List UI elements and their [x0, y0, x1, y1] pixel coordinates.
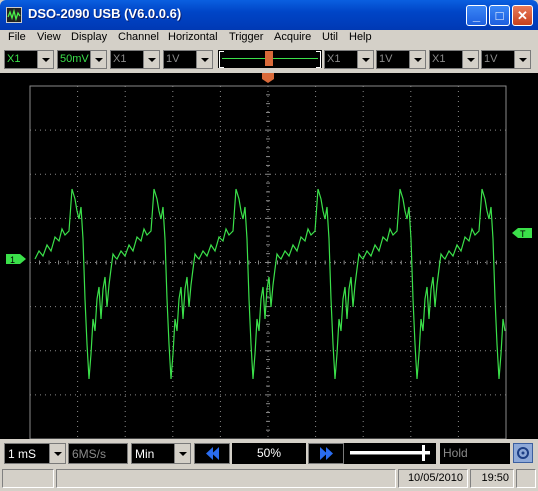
slider-thumb[interactable] — [422, 445, 425, 461]
menu-bar: File View Display Channel Horizontal Tri… — [0, 30, 538, 47]
chevron-down-icon[interactable] — [196, 51, 212, 68]
ch1-volts-value: 50mV — [60, 53, 89, 65]
ch1-probe-value: X1 — [7, 53, 21, 65]
chevron-down-icon[interactable] — [462, 51, 478, 68]
status-panel-2 — [56, 469, 396, 488]
ch2-probe-value: X1 — [113, 53, 127, 65]
status-date: 10/05/2010 — [407, 472, 463, 484]
position-slider[interactable] — [344, 443, 436, 464]
chevron-down-icon[interactable] — [90, 51, 106, 68]
menu-channel[interactable]: Channel — [118, 31, 159, 43]
sample-rate-value: 6MS/s — [72, 447, 107, 461]
menu-util[interactable]: Util — [322, 31, 338, 43]
scroll-left-button[interactable] — [194, 443, 230, 464]
application-window: DSO-2090 USB (V6.0.0.6) _ □ ✕ File View … — [0, 0, 538, 491]
chevron-down-icon[interactable] — [49, 444, 65, 463]
ch1-probe-dropdown[interactable]: X1 — [4, 50, 54, 69]
double-right-arrow-icon — [320, 447, 333, 460]
chevron-down-icon[interactable] — [174, 444, 190, 463]
status-bar: 10/05/2010 19:50 — [0, 468, 538, 491]
title-bar[interactable]: DSO-2090 USB (V6.0.0.6) _ □ ✕ — [0, 0, 538, 30]
ch1-level-marker[interactable]: 1 — [6, 254, 26, 265]
ch2-probe-dropdown[interactable]: X1 — [110, 50, 160, 69]
acquisition-mode-dropdown[interactable]: Min — [131, 443, 191, 464]
hold-button[interactable]: Hold — [440, 443, 510, 464]
chevron-down-icon[interactable] — [37, 51, 53, 68]
right-bracket — [316, 51, 321, 68]
trigger-position-marker[interactable] — [265, 51, 273, 66]
status-panel-1 — [2, 469, 54, 488]
horizontal-position-value: 50% — [232, 443, 306, 464]
double-left-arrow-icon — [206, 447, 219, 460]
timebase-value: 1 mS — [8, 447, 37, 461]
date-panel: 10/05/2010 — [398, 469, 468, 488]
scroll-right-button[interactable] — [308, 443, 344, 464]
ext1-volts-dropdown[interactable]: 1V — [376, 50, 426, 69]
oscilloscope-icon[interactable] — [6, 7, 22, 23]
menu-horizontal[interactable]: Horizontal — [168, 31, 218, 43]
trigger-level-label: T — [520, 229, 526, 239]
ext1-probe-dropdown[interactable]: X1 — [324, 50, 374, 69]
chevron-down-icon[interactable] — [357, 51, 373, 68]
menu-view[interactable]: View — [37, 31, 61, 43]
ext2-volts-value: 1V — [484, 53, 498, 65]
settings-icon[interactable] — [513, 443, 533, 463]
menu-trigger[interactable]: Trigger — [229, 31, 263, 43]
trigger-horizontal-marker[interactable] — [262, 73, 274, 83]
chevron-down-icon[interactable] — [143, 51, 159, 68]
ext1-probe-value: X1 — [327, 53, 341, 65]
time-panel: 19:50 — [470, 469, 514, 488]
ch2-volts-dropdown[interactable]: 1V — [163, 50, 213, 69]
trigger-position-bar[interactable] — [218, 50, 322, 68]
status-time: 19:50 — [481, 472, 509, 484]
ext2-probe-value: X1 — [432, 53, 446, 65]
oscilloscope-display[interactable]: 1 T — [0, 73, 538, 439]
graticule-grid — [29, 85, 507, 439]
acquisition-mode-value: Min — [135, 447, 155, 461]
chevron-down-icon[interactable] — [409, 51, 425, 68]
window-title: DSO-2090 USB (V6.0.0.6) — [28, 6, 182, 21]
slider-track — [350, 451, 430, 455]
minimize-button[interactable]: _ — [466, 5, 487, 26]
waveform-canvas: 1 T — [6, 73, 532, 439]
trigger-level-marker[interactable]: T — [512, 228, 532, 239]
timebase-bar: 1 mS 6MS/s Min 50% Hold — [0, 442, 538, 466]
sample-rate-field: 6MS/s — [68, 443, 128, 464]
menu-acquire[interactable]: Acquire — [274, 31, 311, 43]
maximize-button[interactable]: □ — [489, 5, 510, 26]
ext2-probe-dropdown[interactable]: X1 — [429, 50, 479, 69]
ext2-volts-dropdown[interactable]: 1V — [481, 50, 531, 69]
ch1-volts-dropdown[interactable]: 50mV — [57, 50, 107, 69]
menu-display[interactable]: Display — [71, 31, 107, 43]
ch1-marker-label: 1 — [10, 255, 15, 265]
size-grip[interactable] — [516, 469, 536, 488]
hold-label: Hold — [443, 446, 468, 460]
menu-file[interactable]: File — [8, 31, 26, 43]
close-button[interactable]: ✕ — [512, 5, 533, 26]
left-bracket — [219, 51, 224, 68]
ch2-volts-value: 1V — [166, 53, 180, 65]
chevron-down-icon[interactable] — [514, 51, 530, 68]
timebase-dropdown[interactable]: 1 mS — [4, 443, 66, 464]
menu-help[interactable]: Help — [349, 31, 372, 43]
ext1-volts-value: 1V — [379, 53, 393, 65]
